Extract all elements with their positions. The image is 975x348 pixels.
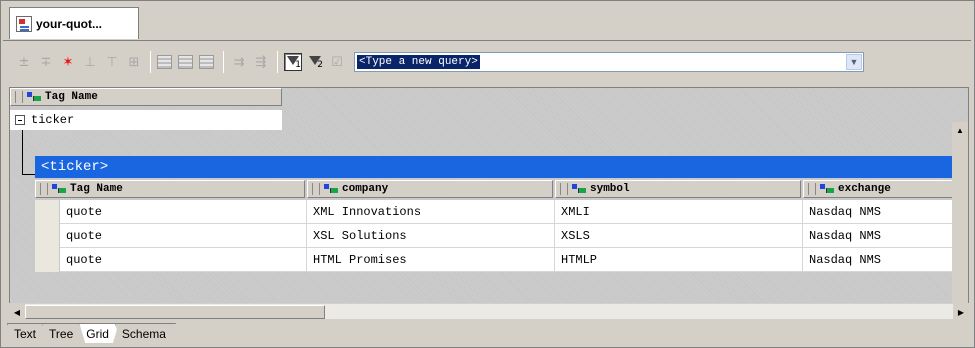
column-grip-icon	[15, 91, 23, 103]
table-cell[interactable]: Nasdaq NMS	[803, 248, 955, 272]
column-header-label: exchange	[838, 183, 891, 195]
insert-row-above-icon[interactable]: ±	[15, 53, 33, 71]
table-row[interactable]: quote XML Innovations XMLI Nasdaq NMS	[35, 200, 955, 224]
expand-icon[interactable]: ⇉	[230, 53, 248, 71]
table-cell[interactable]: quote	[60, 224, 307, 248]
toolbar-separator	[150, 51, 151, 73]
grid-toolbar: ± ∓ ✶ ⊥ ⊤ ⊞ ⇉ ⇶ 1 2 ☑ <Type a new query>…	[5, 43, 971, 81]
document-tabstrip: your-quot...	[3, 3, 971, 41]
horizontal-scrollbar[interactable]: ◀ ▶	[9, 303, 969, 320]
grid-delete-column-icon[interactable]	[199, 55, 214, 69]
table-cell[interactable]: XSLS	[555, 224, 803, 248]
row-header[interactable]	[35, 224, 60, 248]
xml-file-icon	[16, 15, 32, 32]
nested-table: Tag Name company symbol exchange quote X…	[35, 180, 955, 272]
tab-grid[interactable]: Grid	[79, 323, 119, 343]
insert-row-below-icon[interactable]: ∓	[37, 53, 55, 71]
tag-icon	[572, 184, 586, 194]
collapse-icon[interactable]: ⇶	[252, 53, 270, 71]
root-row[interactable]: ticker	[10, 110, 282, 130]
filter-2-label: 2	[317, 60, 323, 70]
table-cell[interactable]: HTML Promises	[307, 248, 555, 272]
toolbar-separator	[223, 51, 224, 73]
move-down-icon[interactable]: ⊤	[103, 53, 121, 71]
column-header[interactable]: exchange	[803, 180, 955, 198]
editor-window: your-quot... ± ∓ ✶ ⊥ ⊤ ⊞ ⇉ ⇶ 1 2 ☑ <Type…	[0, 0, 975, 348]
query-combobox[interactable]: <Type a new query> ▼	[354, 52, 864, 72]
column-grip-icon	[560, 183, 568, 195]
tab-text[interactable]: Text	[7, 323, 46, 343]
table-cell[interactable]: XSL Solutions	[307, 224, 555, 248]
append-child-icon[interactable]: ⊞	[125, 53, 143, 71]
group-header-ticker[interactable]: <ticker>	[35, 156, 955, 178]
tree-connector	[22, 174, 36, 175]
filter-1-icon[interactable]: 1	[284, 53, 302, 71]
document-tab-title: your-quot...	[36, 16, 102, 31]
column-header[interactable]: symbol	[555, 180, 801, 198]
table-cell[interactable]: XML Innovations	[307, 200, 555, 224]
filter-2-icon[interactable]: 2	[306, 53, 324, 71]
column-header[interactable]: Tag Name	[35, 180, 305, 198]
tab-tree[interactable]: Tree	[42, 323, 83, 343]
move-up-icon[interactable]: ⊥	[81, 53, 99, 71]
table-cell[interactable]: Nasdaq NMS	[803, 224, 955, 248]
row-header[interactable]	[35, 248, 60, 272]
grid-view: Tag Name ticker <ticker> Tag Name compan…	[9, 87, 969, 322]
query-options-icon[interactable]: ☑	[328, 53, 346, 71]
grid-view-icon[interactable]	[157, 55, 172, 69]
scrollbar-thumb[interactable]	[25, 305, 325, 319]
column-header-label: Tag Name	[70, 183, 123, 195]
tag-icon	[52, 184, 66, 194]
filter-1-label: 1	[295, 60, 301, 70]
table-cell[interactable]: XMLI	[555, 200, 803, 224]
table-row[interactable]: quote XSL Solutions XSLS Nasdaq NMS	[35, 224, 955, 248]
query-input-text[interactable]: <Type a new query>	[357, 55, 480, 69]
collapse-toggle-icon[interactable]	[15, 115, 25, 125]
document-tab[interactable]: your-quot...	[9, 7, 139, 39]
table-cell[interactable]: Nasdaq NMS	[803, 200, 955, 224]
group-header-title: <ticker>	[41, 159, 109, 175]
column-header-label: company	[342, 183, 389, 195]
grid-insert-column-icon[interactable]	[178, 55, 193, 69]
view-tabs: Text Tree Grid Schema	[7, 323, 172, 343]
row-header[interactable]	[35, 200, 60, 224]
column-header[interactable]: company	[307, 180, 553, 198]
delete-row-icon[interactable]: ✶	[59, 53, 77, 71]
column-header-label: symbol	[590, 183, 630, 195]
chevron-down-icon[interactable]: ▼	[846, 54, 862, 70]
root-row-value: ticker	[31, 113, 75, 127]
tree-connector	[22, 130, 23, 175]
table-row[interactable]: quote HTML Promises HTMLP Nasdaq NMS	[35, 248, 955, 272]
scroll-right-icon[interactable]: ▶	[953, 304, 969, 320]
table-cell[interactable]: quote	[60, 248, 307, 272]
table-cell[interactable]: quote	[60, 200, 307, 224]
column-grip-icon	[808, 183, 816, 195]
scroll-left-icon[interactable]: ◀	[9, 304, 25, 320]
tag-icon	[27, 92, 41, 102]
table-cell[interactable]: HTMLP	[555, 248, 803, 272]
column-grip-icon	[312, 183, 320, 195]
root-column-header[interactable]: Tag Name	[10, 88, 282, 106]
column-grip-icon	[40, 183, 48, 195]
tab-schema[interactable]: Schema	[115, 323, 176, 343]
vertical-scrollbar[interactable]: ▲	[952, 122, 968, 322]
toolbar-separator	[277, 51, 278, 73]
tag-icon	[820, 184, 834, 194]
tag-icon	[324, 184, 338, 194]
root-column-header-label: Tag Name	[45, 91, 98, 103]
scroll-up-icon[interactable]: ▲	[952, 122, 968, 138]
nested-table-header: Tag Name company symbol exchange	[35, 180, 955, 200]
